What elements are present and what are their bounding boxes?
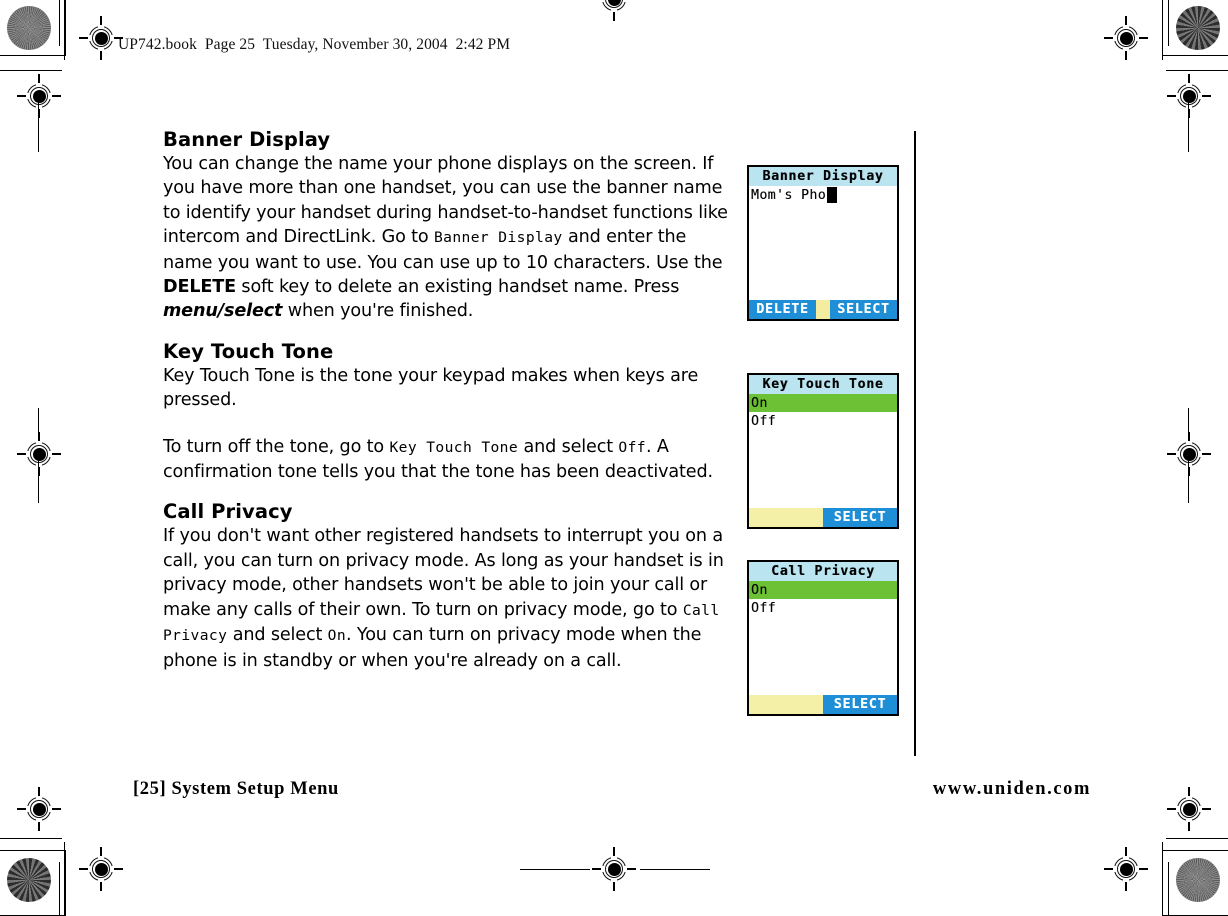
- lcd-screen-banner-display: Banner Display Mom's Pho DELETE SELECT: [747, 165, 899, 321]
- registration-target-top-right: [1104, 16, 1148, 60]
- body-paragraph: Key Touch Tone is the tone your keypad m…: [163, 364, 738, 413]
- crop-rule-bottom-right-v: [1162, 842, 1164, 916]
- crop-rule-top-left-inner-v: [59, 0, 61, 46]
- column-divider-rule: [914, 131, 916, 756]
- crop-rule-left-mid-tail: [38, 455, 40, 503]
- section-heading-banner-display: Banner Display: [163, 128, 331, 151]
- density-starburst-top-right: [1176, 6, 1220, 50]
- registration-target-top-center: [593, 0, 635, 21]
- lcd-content-area: Mom's Pho: [749, 186, 897, 204]
- text-run: If you don't want other registered hands…: [163, 526, 724, 620]
- softkey-blank-slot: [749, 508, 823, 527]
- footer-website: www.uniden.com: [932, 779, 1091, 799]
- registration-target-bottom-center: [592, 847, 636, 891]
- manual-page: UP742.book Page 25 Tuesday, November 30,…: [0, 0, 1228, 916]
- footer-section-label: [25] System Setup Menu: [133, 779, 339, 799]
- lcd-menu-name: On: [327, 627, 347, 645]
- density-starburst-bottom-right: [1176, 858, 1220, 902]
- lcd-screen-call-privacy: Call Privacy On Off SELECT: [747, 560, 899, 716]
- body-paragraph: To turn off the tone, go to Key Touch To…: [163, 435, 738, 485]
- text-cursor-block: [827, 187, 838, 203]
- lcd-option-label: Off: [751, 600, 777, 616]
- lcd-softkey-bar: SELECT: [749, 695, 897, 714]
- text-run: and select: [518, 436, 619, 457]
- crop-rule-top-left-v: [64, 0, 66, 60]
- softkey-delete[interactable]: DELETE: [749, 300, 816, 319]
- lcd-content-area: On Off: [749, 394, 897, 430]
- lcd-title-bar: Banner Display: [749, 167, 897, 186]
- lcd-option-on[interactable]: On: [749, 581, 897, 599]
- density-starburst-bottom-left: [7, 858, 51, 902]
- section-heading-key-touch-tone: Key Touch Tone: [163, 339, 334, 363]
- crop-rule-top-right-inner-v: [1168, 0, 1170, 46]
- registration-target-top-left: [79, 16, 123, 60]
- crop-rule-bottom-right-h: [1166, 838, 1228, 840]
- hard-key-name: menu/select: [163, 301, 283, 322]
- lcd-option-label: On: [751, 395, 768, 411]
- crop-rule-bottom-left-inner-v: [59, 862, 61, 916]
- lcd-title-bar: Key Touch Tone: [749, 375, 897, 394]
- body-text-column: Banner Display You can change the name yo…: [163, 128, 738, 673]
- crop-rule-right-mid-tail: [1188, 455, 1190, 503]
- lcd-screen-key-touch-tone: Key Touch Tone On Off SELECT: [747, 373, 899, 529]
- registration-target-bottom-right: [1104, 847, 1148, 891]
- running-head: UP742.book Page 25 Tuesday, November 30,…: [118, 36, 511, 53]
- density-starburst-top-left: [7, 6, 51, 50]
- text-run: soft key to delete an existing handset n…: [235, 277, 680, 298]
- crop-rule-bottom-left-h: [0, 838, 62, 840]
- lcd-menu-name: Banner Display: [433, 229, 563, 247]
- text-run: and select: [227, 625, 328, 646]
- lcd-title-bar: Call Privacy: [749, 562, 897, 581]
- lcd-option-on[interactable]: On: [749, 394, 897, 412]
- crop-rule-top-right-h: [1166, 70, 1228, 72]
- lcd-entry-value: Mom's Pho: [751, 187, 827, 203]
- crop-rule-right-mid-upper: [1188, 100, 1190, 152]
- section-heading-call-privacy: Call Privacy: [163, 500, 293, 524]
- registration-target-left-bottom: [17, 787, 61, 831]
- crop-rule-top-left-h: [0, 70, 62, 72]
- crop-rule-bottom-left-v: [64, 842, 66, 916]
- softkey-select[interactable]: SELECT: [823, 508, 897, 527]
- softkey-divider: [816, 300, 830, 319]
- text-run: Key Touch Tone is the tone your keypad m…: [163, 365, 699, 411]
- soft-key-name: DELETE: [163, 277, 236, 298]
- crop-rule-bottom-right-inner-v: [1168, 862, 1170, 916]
- lcd-option-off[interactable]: Off: [749, 599, 897, 617]
- registration-target-bottom-left: [79, 847, 123, 891]
- lcd-softkey-bar: DELETE SELECT: [749, 300, 897, 319]
- lcd-content-area: On Off: [749, 581, 897, 617]
- body-paragraph: If you don't want other registered hands…: [163, 524, 738, 672]
- lcd-menu-name: Key Touch Tone: [389, 438, 519, 456]
- crop-rule-bottom-center-left: [520, 869, 590, 871]
- softkey-select[interactable]: SELECT: [823, 695, 897, 714]
- softkey-select[interactable]: SELECT: [830, 300, 897, 319]
- registration-target-right-bottom: [1167, 787, 1211, 831]
- text-run: when you're finished.: [282, 301, 474, 322]
- crop-rule-left-mid-upper: [38, 100, 40, 152]
- crop-rule-bottom-center-right: [640, 869, 710, 871]
- text-run: To turn off the tone, go to: [163, 436, 390, 457]
- lcd-menu-name: Off: [618, 438, 646, 456]
- body-paragraph: You can change the name your phone displ…: [163, 152, 738, 324]
- lcd-option-off[interactable]: Off: [749, 412, 897, 430]
- lcd-option-label: Off: [751, 413, 777, 429]
- softkey-blank-slot: [749, 695, 823, 714]
- lcd-softkey-bar: SELECT: [749, 508, 897, 527]
- lcd-text-entry-field[interactable]: Mom's Pho: [749, 186, 897, 204]
- lcd-option-label: On: [751, 582, 768, 598]
- crop-rule-top-right-v: [1162, 0, 1164, 60]
